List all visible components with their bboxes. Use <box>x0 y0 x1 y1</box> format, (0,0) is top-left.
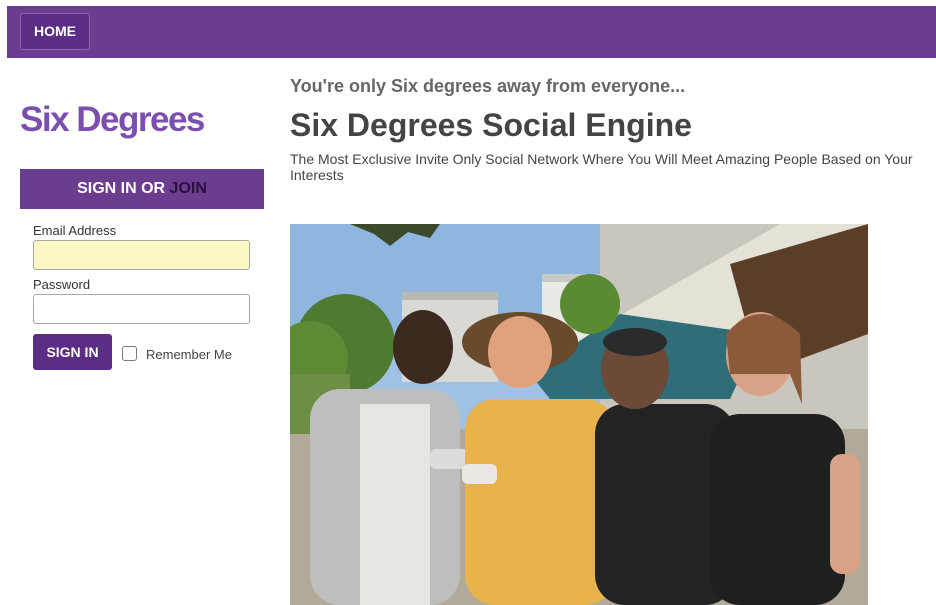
page-description: The Most Exclusive Invite Only Social Ne… <box>290 151 913 183</box>
signin-button[interactable]: SIGN IN <box>33 334 112 370</box>
hero-photo <box>290 224 868 605</box>
password-label: Password <box>33 277 91 292</box>
tagline: You're only Six degrees away from everyo… <box>290 76 686 96</box>
site-logo[interactable]: Six Degrees <box>20 100 205 140</box>
email-label: Email Address <box>33 223 117 238</box>
remember-me-checkbox[interactable] <box>122 346 137 361</box>
join-link[interactable]: JOIN <box>170 180 207 197</box>
signin-header-text: SIGN IN OR <box>77 180 170 197</box>
password-field[interactable] <box>33 294 250 324</box>
email-field[interactable] <box>33 240 250 270</box>
home-button[interactable]: HOME <box>20 13 90 50</box>
remember-me-label[interactable]: Remember Me <box>146 347 232 362</box>
top-navbar: HOME <box>7 6 936 58</box>
page-title: Six Degrees Social Engine <box>290 107 692 143</box>
signin-panel-header: SIGN IN OR JOIN <box>20 169 264 209</box>
page: HOME Six Degrees SIGN IN OR JOIN Email A… <box>0 0 936 605</box>
